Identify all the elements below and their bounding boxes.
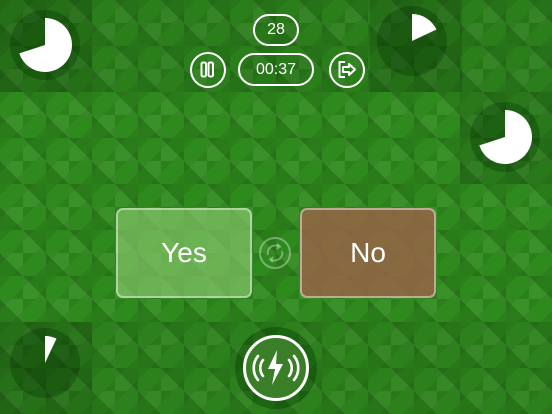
timer-top-right-fill [412,14,437,41]
power-up-ring [243,335,309,401]
swap-button[interactable] [258,236,292,270]
timer-bottom-left-fill [45,336,57,363]
countdown-timer: 00:37 [238,53,314,86]
timer-top-right [377,6,447,76]
pause-button[interactable] [190,52,226,88]
yes-button[interactable]: Yes [116,208,252,298]
score-counter: 28 [253,14,299,46]
lightning-wave-icon [252,350,300,385]
timer-middle-right-fill [479,110,532,164]
timer-top-left-fill [19,18,72,72]
timer-top-left [10,10,80,80]
pause-icon [200,61,214,78]
exit-icon [338,61,356,78]
swap-icon [259,237,291,269]
power-up-button[interactable] [235,327,317,409]
exit-button[interactable] [329,52,365,88]
timer-bottom-left [10,328,80,398]
timer-middle-right [470,102,540,172]
no-button[interactable]: No [300,208,436,298]
